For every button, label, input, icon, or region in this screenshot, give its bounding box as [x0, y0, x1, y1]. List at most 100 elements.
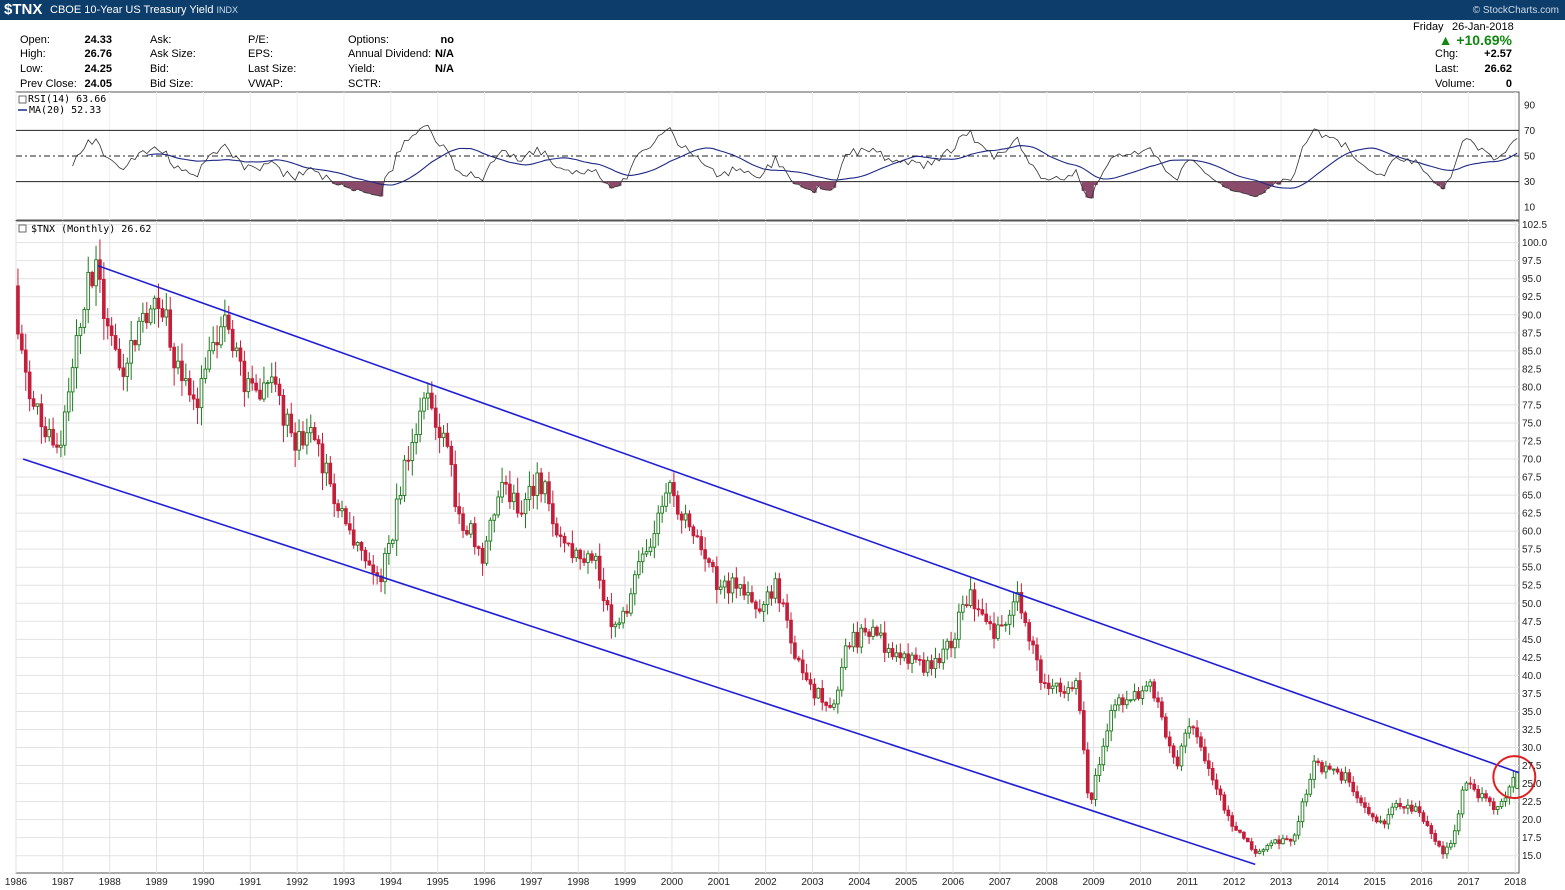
candle-body	[121, 367, 126, 377]
y-tick-label: 20.0	[1522, 815, 1542, 826]
candle-body	[1370, 813, 1375, 818]
candle-body	[1308, 778, 1313, 795]
candle-body	[211, 342, 215, 352]
candle-body	[976, 608, 981, 611]
candle-body	[269, 376, 274, 384]
candle-body	[687, 513, 692, 528]
candle-body	[98, 259, 102, 280]
candle-body	[70, 367, 75, 393]
candle-body	[465, 530, 469, 535]
candle-body	[1050, 685, 1055, 690]
y-tick-label: 47.5	[1522, 617, 1542, 628]
y-tick-label: 40.0	[1522, 671, 1542, 682]
candle-body	[199, 378, 204, 409]
candle-body	[1269, 842, 1274, 847]
candle-body	[1441, 845, 1445, 855]
candle-body	[941, 648, 946, 664]
candle-body	[757, 608, 762, 612]
x-tick-label: 2010	[1129, 877, 1152, 888]
candle-body	[1285, 838, 1289, 841]
candle-body	[703, 549, 707, 560]
candle-body	[437, 426, 442, 439]
x-tick-label: 2009	[1082, 877, 1105, 888]
candle-body	[746, 592, 750, 596]
candle-body	[406, 459, 411, 462]
candle-body	[1000, 624, 1004, 627]
y-tick-label: 30.0	[1522, 743, 1542, 754]
candle-body	[1390, 806, 1395, 816]
candle-body	[1382, 820, 1387, 825]
candle-body	[1316, 760, 1320, 764]
candle-body	[1085, 749, 1090, 794]
candle-body	[715, 566, 719, 590]
y-tick-label: 35.0	[1522, 707, 1542, 718]
candle-body	[113, 335, 118, 350]
candle-body	[1249, 841, 1254, 850]
candle-body	[808, 679, 813, 685]
candle-body	[1089, 792, 1094, 800]
candle-body	[1464, 782, 1469, 791]
candle-body	[484, 540, 489, 564]
candle-body	[195, 398, 200, 409]
candle-body	[1082, 710, 1086, 751]
candle-body	[929, 660, 934, 670]
x-tick-label: 1997	[520, 877, 543, 888]
candle-body	[726, 580, 731, 594]
candle-body	[320, 443, 325, 474]
candle-body	[94, 259, 98, 287]
candle-body	[301, 431, 305, 446]
candle-body	[1363, 802, 1367, 808]
candle-body	[531, 485, 536, 496]
candle-body	[418, 410, 422, 435]
candle-body	[796, 657, 801, 661]
candle-body	[351, 529, 356, 546]
candle-body	[1179, 745, 1184, 767]
candle-body	[660, 505, 664, 514]
candle-body	[1355, 791, 1359, 799]
candle-body	[476, 546, 481, 549]
chart-area: 1986 1987 1988 1989 1990 1991 1992 1993 1994 1995…	[5, 91, 1547, 888]
x-tick-label: 2018	[1504, 877, 1527, 888]
candle-body	[1206, 760, 1211, 769]
candle-body	[921, 659, 926, 673]
y-tick-label: 32.5	[1522, 725, 1542, 736]
candle-body	[910, 654, 914, 664]
candle-body	[1421, 812, 1426, 822]
candle-body	[828, 704, 832, 708]
candle-body	[1117, 697, 1121, 706]
candle-body	[574, 549, 579, 559]
x-tick-label: 1999	[614, 877, 637, 888]
candle-body	[1343, 772, 1348, 781]
candle-body	[570, 543, 575, 559]
candle-body	[1312, 760, 1316, 780]
candle-body	[254, 382, 258, 391]
candle-body	[1128, 699, 1133, 702]
x-tick-label: 1990	[192, 877, 215, 888]
candle-body	[554, 523, 559, 536]
ma-legend: MA(20) 52.33	[29, 105, 101, 116]
y-tick-label: 97.5	[1522, 256, 1542, 267]
candle-body	[16, 285, 20, 335]
candle-body	[39, 403, 44, 428]
candle-body	[1109, 710, 1113, 732]
candle-body	[1078, 680, 1082, 712]
candle-body	[1113, 704, 1117, 712]
y-tick-label: 37.5	[1522, 689, 1542, 700]
candle-body	[414, 434, 419, 443]
candle-body	[699, 536, 704, 551]
y-tick-label: 42.5	[1522, 653, 1542, 664]
candle-body	[472, 523, 477, 548]
candle-body	[539, 472, 543, 495]
x-tick-label: 1992	[286, 877, 309, 888]
candle-body	[625, 610, 629, 614]
candle-body	[644, 551, 649, 555]
candle-body	[843, 645, 848, 668]
candle-body	[1152, 681, 1156, 699]
candle-body	[551, 503, 555, 525]
x-tick-label: 1988	[99, 877, 122, 888]
candle-body	[1449, 843, 1453, 848]
candle-body	[281, 395, 286, 426]
y-tick-label: 15.0	[1522, 851, 1542, 862]
candle-body	[429, 392, 434, 409]
candle-body	[402, 459, 407, 496]
